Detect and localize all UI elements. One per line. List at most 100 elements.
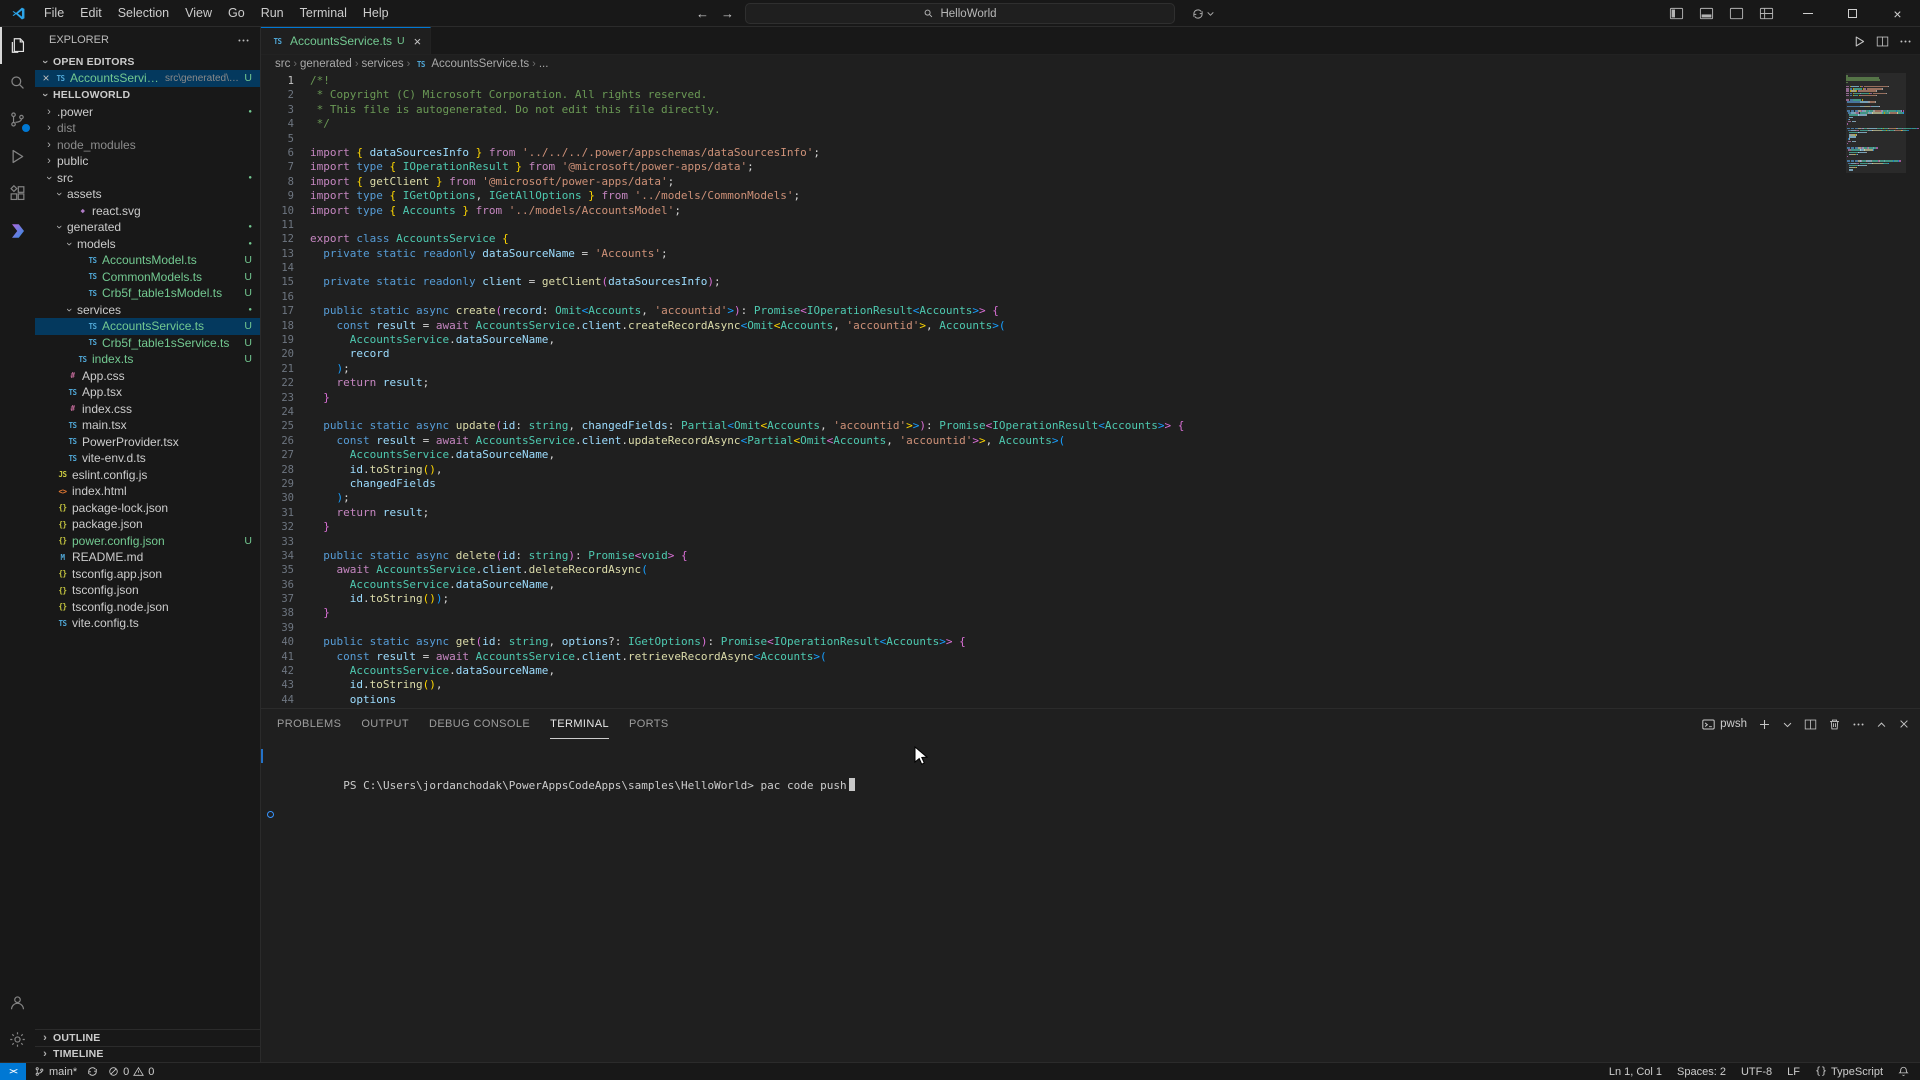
close-tab-icon[interactable]: × bbox=[414, 34, 422, 49]
code-editor[interactable]: 1/*!2 * Copyright (C) Microsoft Corporat… bbox=[261, 73, 1920, 708]
toggle-primary-sidebar-icon[interactable] bbox=[1664, 3, 1688, 25]
panel-tab-problems[interactable]: PROBLEMS bbox=[277, 709, 341, 739]
code-line[interactable]: 31 return result; bbox=[261, 506, 1840, 520]
menu-terminal[interactable]: Terminal bbox=[292, 0, 355, 26]
file-row-powerprovider.tsx[interactable]: TSPowerProvider.tsx bbox=[35, 434, 260, 451]
panel-tab-debug-console[interactable]: DEBUG CONSOLE bbox=[429, 709, 530, 739]
code-line[interactable]: 7import type { IOperationResult } from '… bbox=[261, 160, 1840, 174]
panel-more-actions-icon[interactable] bbox=[1852, 718, 1865, 731]
status-language-mode[interactable]: {}TypeScript bbox=[1810, 1066, 1888, 1078]
code-line[interactable]: 19 AccountsService.dataSourceName, bbox=[261, 333, 1840, 347]
menu-go[interactable]: Go bbox=[220, 0, 253, 26]
project-root-header[interactable]: › HELLOWORLD bbox=[35, 87, 260, 104]
extensions-icon[interactable] bbox=[0, 175, 35, 212]
menu-edit[interactable]: Edit bbox=[72, 0, 110, 26]
minimap[interactable] bbox=[1846, 75, 1906, 171]
power-platform-icon[interactable] bbox=[0, 212, 35, 249]
folder-row-public[interactable]: ›public bbox=[35, 153, 260, 170]
panel-tab-ports[interactable]: PORTS bbox=[629, 709, 669, 739]
search-sidebar-icon[interactable] bbox=[0, 64, 35, 101]
file-row-vite.config.ts[interactable]: TSvite.config.ts bbox=[35, 615, 260, 632]
terminal-dropdown-chevron-icon[interactable] bbox=[1782, 719, 1793, 730]
folder-row-services[interactable]: ›services● bbox=[35, 302, 260, 319]
code-line[interactable]: 23 } bbox=[261, 391, 1840, 405]
file-row-accountsmodel.ts[interactable]: TSAccountsModel.tsU bbox=[35, 252, 260, 269]
code-line[interactable]: 34 public static async delete(id: string… bbox=[261, 549, 1840, 563]
code-line[interactable]: 17 public static async create(record: Om… bbox=[261, 304, 1840, 318]
code-line[interactable]: 41 const result = await AccountsService.… bbox=[261, 650, 1840, 664]
code-line[interactable]: 42 AccountsService.dataSourceName, bbox=[261, 664, 1840, 678]
file-row-crb5f-table1smodel.ts[interactable]: TSCrb5f_table1sModel.tsU bbox=[35, 285, 260, 302]
file-row-tsconfig.node.json[interactable]: {}tsconfig.node.json bbox=[35, 599, 260, 616]
code-line[interactable]: 25 public static async update(id: string… bbox=[261, 419, 1840, 433]
code-line[interactable]: 1/*! bbox=[261, 74, 1840, 88]
file-row-vite-env.d.ts[interactable]: TSvite-env.d.ts bbox=[35, 450, 260, 467]
close-button[interactable]: × bbox=[1875, 0, 1920, 27]
code-line[interactable]: 21 ); bbox=[261, 362, 1840, 376]
code-line[interactable]: 14 bbox=[261, 261, 1840, 275]
folder-row-dist[interactable]: ›dist bbox=[35, 120, 260, 137]
split-terminal-button[interactable] bbox=[1804, 718, 1817, 731]
menu-help[interactable]: Help bbox=[355, 0, 397, 26]
editor-tab[interactable]: TS AccountsService.ts U × bbox=[261, 27, 431, 54]
command-center[interactable]: HelloWorld bbox=[745, 3, 1175, 24]
file-row-tsconfig.json[interactable]: {}tsconfig.json bbox=[35, 582, 260, 599]
file-row-package-lock.json[interactable]: {}package-lock.json bbox=[35, 500, 260, 517]
git-branch-item[interactable]: main* bbox=[29, 1066, 82, 1078]
sync-changes-button[interactable] bbox=[82, 1066, 103, 1077]
sync-icon[interactable] bbox=[1192, 8, 1204, 20]
back-button[interactable]: ← bbox=[696, 6, 709, 21]
code-line[interactable]: 28 id.toString(), bbox=[261, 463, 1840, 477]
open-editors-header[interactable]: › OPEN EDITORS bbox=[35, 53, 260, 70]
code-line[interactable]: 22 return result; bbox=[261, 376, 1840, 390]
file-row-index.ts[interactable]: TSindex.tsU bbox=[35, 351, 260, 368]
more-actions-icon[interactable] bbox=[1899, 35, 1912, 48]
problems-item[interactable]: 0 0 bbox=[103, 1066, 159, 1078]
folder-row-models[interactable]: ›models● bbox=[35, 236, 260, 253]
code-line[interactable]: 39 bbox=[261, 621, 1840, 635]
file-row-commonmodels.ts[interactable]: TSCommonModels.tsU bbox=[35, 269, 260, 286]
file-row-app.css[interactable]: #App.css bbox=[35, 368, 260, 385]
code-line[interactable]: 4 */ bbox=[261, 117, 1840, 131]
status-eol[interactable]: LF bbox=[1782, 1066, 1805, 1078]
breadcrumb-item[interactable]: generated bbox=[300, 58, 352, 70]
file-row-package.json[interactable]: {}package.json bbox=[35, 516, 260, 533]
terminal-content[interactable]: PS C:\Users\jordanchodak\PowerAppsCodeAp… bbox=[261, 739, 1920, 1063]
file-row-app.tsx[interactable]: TSApp.tsx bbox=[35, 384, 260, 401]
breadcrumb-item[interactable]: ... bbox=[539, 58, 549, 70]
code-line[interactable]: 37 id.toString()); bbox=[261, 592, 1840, 606]
file-row-index.html[interactable]: <>index.html bbox=[35, 483, 260, 500]
file-row-index.css[interactable]: #index.css bbox=[35, 401, 260, 418]
status-encoding[interactable]: UTF-8 bbox=[1736, 1066, 1777, 1078]
code-line[interactable]: 38 } bbox=[261, 606, 1840, 620]
toggle-secondary-sidebar-icon[interactable] bbox=[1724, 3, 1748, 25]
code-line[interactable]: 8import { getClient } from '@microsoft/p… bbox=[261, 175, 1840, 189]
section-outline[interactable]: ›OUTLINE bbox=[35, 1029, 260, 1046]
breadcrumb-item[interactable]: src bbox=[275, 58, 290, 70]
folder-row-src[interactable]: ›src● bbox=[35, 170, 260, 187]
explorer-icon[interactable] bbox=[0, 27, 35, 64]
chevron-down-icon[interactable] bbox=[1206, 9, 1215, 18]
code-line[interactable]: 6import { dataSourcesInfo } from '../../… bbox=[261, 146, 1840, 160]
file-row-main.tsx[interactable]: TSmain.tsx bbox=[35, 417, 260, 434]
folder-row-node-modules[interactable]: ›node_modules bbox=[35, 137, 260, 154]
notifications-bell-icon[interactable] bbox=[1893, 1066, 1914, 1077]
code-line[interactable]: 9import type { IGetOptions, IGetAllOptio… bbox=[261, 189, 1840, 203]
new-terminal-button[interactable] bbox=[1758, 718, 1771, 731]
code-line[interactable]: 15 private static readonly client = getC… bbox=[261, 275, 1840, 289]
code-line[interactable]: 27 AccountsService.dataSourceName, bbox=[261, 448, 1840, 462]
code-line[interactable]: 36 AccountsService.dataSourceName, bbox=[261, 578, 1840, 592]
open-editor-item[interactable]: ×TSAccountsService.tssrc\generated\ser..… bbox=[35, 70, 260, 87]
minimize-button[interactable] bbox=[1785, 0, 1830, 27]
code-line[interactable]: 18 const result = await AccountsService.… bbox=[261, 319, 1840, 333]
close-panel-icon[interactable] bbox=[1898, 718, 1910, 730]
panel-tab-output[interactable]: OUTPUT bbox=[361, 709, 409, 739]
folder-row-.power[interactable]: ›.power● bbox=[35, 104, 260, 121]
source-control-icon[interactable] bbox=[0, 101, 35, 138]
status-indentation[interactable]: Spaces: 2 bbox=[1672, 1066, 1731, 1078]
run-debug-icon[interactable] bbox=[0, 138, 35, 175]
code-line[interactable]: 10import type { Accounts } from '../mode… bbox=[261, 204, 1840, 218]
toggle-panel-icon[interactable] bbox=[1694, 3, 1718, 25]
maximize-button[interactable] bbox=[1830, 0, 1875, 27]
kill-terminal-button[interactable] bbox=[1828, 718, 1841, 731]
